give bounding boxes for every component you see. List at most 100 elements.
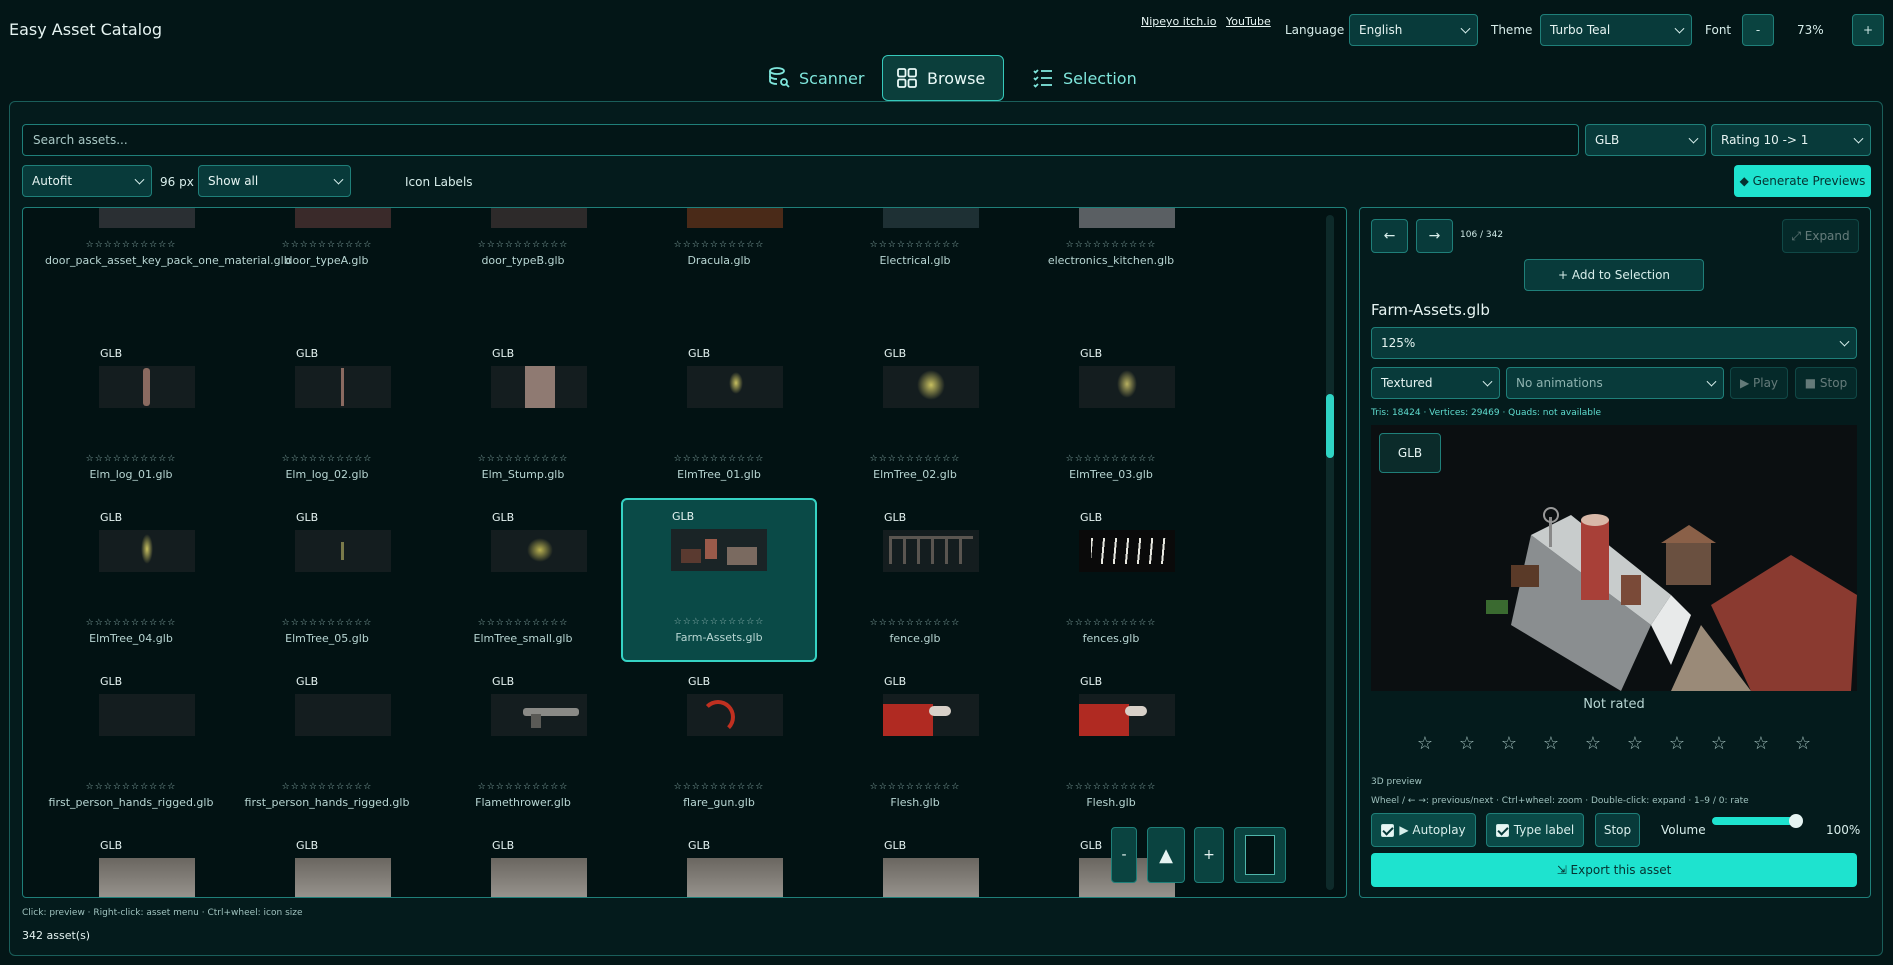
rating-stars-input[interactable]: ☆ ☆ ☆ ☆ ☆ ☆ ☆ ☆ ☆ ☆ bbox=[1404, 733, 1824, 754]
previous-button[interactable]: ← bbox=[1371, 219, 1408, 253]
asset-tile[interactable]: ☆☆☆☆☆☆☆☆☆☆ Dracula.glb bbox=[621, 208, 817, 284]
font-increase-button[interactable]: + bbox=[1852, 14, 1884, 46]
asset-tile[interactable]: GLB ☆☆☆☆☆☆☆☆☆☆ ElmTree_05.glb bbox=[229, 498, 425, 662]
shading-select[interactable]: Textured bbox=[1371, 367, 1500, 399]
volume-slider[interactable] bbox=[1712, 814, 1803, 828]
generate-previews-button[interactable]: ◆ Generate Previews bbox=[1734, 165, 1871, 197]
asset-type-label: GLB bbox=[100, 347, 123, 360]
asset-tile[interactable]: GLB ☆☆☆☆☆☆☆☆☆☆ ElmTree_01.glb bbox=[621, 334, 817, 498]
font-decrease-button[interactable]: - bbox=[1742, 14, 1774, 46]
asset-name: electronics_kitchen.glb bbox=[1047, 254, 1175, 267]
stop-button[interactable]: Stop bbox=[1595, 813, 1640, 847]
asset-tile[interactable]: GLB ☆☆☆☆☆☆☆☆☆☆ first_person_hands_rigged… bbox=[33, 662, 229, 826]
zoom-in-button[interactable]: + bbox=[1194, 827, 1224, 883]
asset-tile[interactable]: GLB bbox=[425, 826, 621, 897]
rating-stars: ☆☆☆☆☆☆☆☆☆☆ bbox=[673, 454, 765, 464]
next-button[interactable]: → bbox=[1416, 219, 1453, 253]
animation-select[interactable]: No animations bbox=[1506, 367, 1724, 399]
asset-tile[interactable]: GLB ☆☆☆☆☆☆☆☆☆☆ first_person_hands_rigged… bbox=[229, 662, 425, 826]
rating-star-2[interactable]: ☆ bbox=[1446, 733, 1488, 754]
grid-scrollbar-thumb[interactable] bbox=[1326, 394, 1334, 458]
asset-tile[interactable]: GLB ☆☆☆☆☆☆☆☆☆☆ Flamethrower.glb bbox=[425, 662, 621, 826]
type-filter-value: GLB bbox=[1595, 133, 1620, 147]
asset-type-label: GLB bbox=[492, 675, 515, 688]
volume-knob[interactable] bbox=[1789, 814, 1803, 828]
asset-type-label: GLB bbox=[492, 511, 515, 524]
language-select[interactable]: English bbox=[1349, 14, 1478, 46]
rating-star-1[interactable]: ☆ bbox=[1404, 733, 1446, 754]
expand-button[interactable]: ⤢ Expand bbox=[1782, 219, 1859, 253]
rating-star-8[interactable]: ☆ bbox=[1698, 733, 1740, 754]
rating-star-6[interactable]: ☆ bbox=[1614, 733, 1656, 754]
3d-viewport[interactable]: GLB bbox=[1371, 425, 1857, 691]
play-button[interactable]: ▶ Play bbox=[1730, 367, 1788, 399]
asset-type-label: GLB bbox=[884, 347, 907, 360]
tab-label: Scanner bbox=[799, 68, 865, 88]
layout-value: Autofit bbox=[32, 174, 73, 188]
asset-tile-selected[interactable]: GLB ☆☆☆☆☆☆☆☆☆☆ Farm-Assets.glb bbox=[621, 498, 817, 662]
rating-stars: ☆☆☆☆☆☆☆☆☆☆ bbox=[281, 454, 373, 464]
minimap-button[interactable] bbox=[1234, 827, 1286, 883]
rating-star-3[interactable]: ☆ bbox=[1488, 733, 1530, 754]
rating-stars: ☆☆☆☆☆☆☆☆☆☆ bbox=[85, 618, 177, 628]
rating-star-9[interactable]: ☆ bbox=[1740, 733, 1782, 754]
chevron-down-icon bbox=[1674, 23, 1685, 34]
asset-tile[interactable]: ☆☆☆☆☆☆☆☆☆☆ door_pack_asset_key_pack_one_… bbox=[33, 208, 291, 284]
search-input[interactable]: Search assets... bbox=[22, 124, 1579, 156]
asset-tile[interactable]: GLB ☆☆☆☆☆☆☆☆☆☆ Elm_Stump.glb bbox=[425, 334, 621, 498]
rating-stars: ☆☆☆☆☆☆☆☆☆☆ bbox=[673, 617, 765, 627]
asset-tile[interactable]: GLB bbox=[33, 826, 229, 897]
asset-tile[interactable]: GLB ☆☆☆☆☆☆☆☆☆☆ Flesh.glb bbox=[1013, 662, 1209, 826]
database-search-icon bbox=[769, 67, 790, 88]
type-filter-select[interactable]: GLB bbox=[1585, 124, 1706, 156]
asset-grid[interactable]: ☆☆☆☆☆☆☆☆☆☆ door_pack_asset_key_pack_one_… bbox=[22, 207, 1347, 898]
type-label-text: Type label bbox=[1513, 823, 1575, 837]
grid-scrollbar[interactable] bbox=[1326, 215, 1334, 890]
theme-select[interactable]: Turbo Teal bbox=[1540, 14, 1692, 46]
sort-select[interactable]: Rating 10 -> 1 bbox=[1711, 124, 1871, 156]
asset-tile[interactable]: GLB ☆☆☆☆☆☆☆☆☆☆ ElmTree_03.glb bbox=[1013, 334, 1209, 498]
icon-labels-toggle[interactable]: Icon Labels bbox=[405, 175, 473, 189]
itchio-link[interactable]: Nipeyo itch.io bbox=[1141, 15, 1216, 28]
zoom-select[interactable]: 125% bbox=[1371, 327, 1857, 359]
asset-tile[interactable]: GLB ☆☆☆☆☆☆☆☆☆☆ ElmTree_02.glb bbox=[817, 334, 1013, 498]
asset-name: Dracula.glb bbox=[687, 254, 751, 267]
asset-tile[interactable]: GLB ☆☆☆☆☆☆☆☆☆☆ fence.glb bbox=[817, 498, 1013, 662]
asset-tile[interactable]: ☆☆☆☆☆☆☆☆☆☆ door_typeB.glb bbox=[425, 208, 621, 284]
rating-star-10[interactable]: ☆ bbox=[1782, 733, 1824, 754]
asset-thumbnail bbox=[491, 858, 587, 897]
asset-tile[interactable]: GLB ☆☆☆☆☆☆☆☆☆☆ flare_gun.glb bbox=[621, 662, 817, 826]
stop-animation-button[interactable]: ■ Stop bbox=[1795, 367, 1857, 399]
asset-tile[interactable]: ☆☆☆☆☆☆☆☆☆☆ electronics_kitchen.glb bbox=[1013, 208, 1209, 284]
export-asset-button[interactable]: ⇲ Export this asset bbox=[1371, 853, 1857, 887]
tab-selection[interactable]: Selection bbox=[1019, 55, 1149, 101]
asset-tile[interactable]: GLB ☆☆☆☆☆☆☆☆☆☆ Elm_log_02.glb bbox=[229, 334, 425, 498]
asset-tile[interactable]: GLB ☆☆☆☆☆☆☆☆☆☆ fences.glb bbox=[1013, 498, 1209, 662]
asset-tile[interactable]: GLB bbox=[621, 826, 817, 897]
asset-thumbnail bbox=[491, 208, 587, 228]
asset-name: ElmTree_03.glb bbox=[1069, 468, 1153, 481]
show-filter-select[interactable]: Show all bbox=[198, 165, 351, 197]
autoplay-toggle[interactable]: ▶ Autoplay bbox=[1371, 813, 1476, 847]
add-to-selection-button[interactable]: + Add to Selection bbox=[1524, 259, 1704, 291]
zoom-out-button[interactable]: - bbox=[1111, 827, 1137, 883]
asset-tile[interactable]: GLB bbox=[817, 826, 1013, 897]
asset-tile[interactable]: GLB bbox=[229, 826, 425, 897]
asset-thumbnail bbox=[687, 694, 783, 736]
asset-tile[interactable]: GLB ☆☆☆☆☆☆☆☆☆☆ ElmTree_small.glb bbox=[425, 498, 621, 662]
asset-tile[interactable]: ☆☆☆☆☆☆☆☆☆☆ Electrical.glb bbox=[817, 208, 1013, 284]
rating-star-7[interactable]: ☆ bbox=[1656, 733, 1698, 754]
scroll-top-button[interactable]: ▲ bbox=[1147, 827, 1185, 883]
asset-tile[interactable]: GLB ☆☆☆☆☆☆☆☆☆☆ Flesh.glb bbox=[817, 662, 1013, 826]
layout-select[interactable]: Autofit bbox=[22, 165, 152, 197]
asset-tile[interactable]: ☆☆☆☆☆☆☆☆☆☆ door_typeA.glb bbox=[229, 208, 425, 284]
tab-browse[interactable]: Browse bbox=[882, 55, 1004, 101]
chevron-down-icon bbox=[134, 174, 145, 185]
type-label-toggle[interactable]: Type label bbox=[1486, 813, 1584, 847]
asset-tile[interactable]: GLB ☆☆☆☆☆☆☆☆☆☆ Elm_log_01.glb bbox=[33, 334, 229, 498]
tab-scanner[interactable]: Scanner bbox=[755, 55, 876, 101]
youtube-link[interactable]: YouTube bbox=[1226, 15, 1271, 28]
asset-tile[interactable]: GLB ☆☆☆☆☆☆☆☆☆☆ ElmTree_04.glb bbox=[33, 498, 229, 662]
rating-star-5[interactable]: ☆ bbox=[1572, 733, 1614, 754]
rating-star-4[interactable]: ☆ bbox=[1530, 733, 1572, 754]
